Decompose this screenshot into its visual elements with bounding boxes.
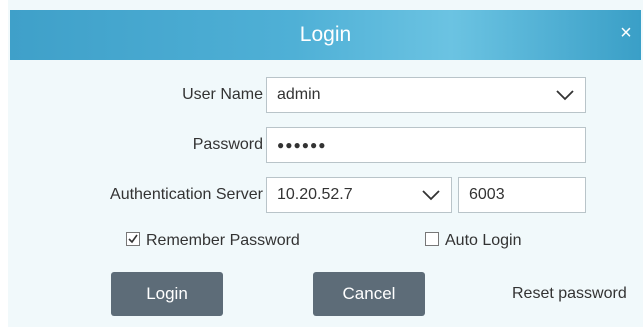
- port-input[interactable]: 6003: [458, 177, 586, 213]
- port-value: 6003: [469, 186, 505, 203]
- password-input[interactable]: ●●●●●●: [266, 127, 586, 163]
- auto-login-checkbox[interactable]: Auto Login: [425, 229, 522, 253]
- dialog-title: Login: [299, 23, 352, 46]
- login-button[interactable]: Login: [111, 272, 223, 316]
- cancel-button[interactable]: Cancel: [313, 272, 425, 316]
- title-bar: Login ×: [10, 10, 641, 60]
- auth-server-dropdown[interactable]: 10.20.52.7: [266, 177, 452, 213]
- close-icon: ×: [620, 22, 632, 44]
- remember-password-checkbox[interactable]: Remember Password: [126, 229, 300, 253]
- login-dialog: Login × User Name admin Password ●●●●●● …: [0, 0, 643, 327]
- reset-password-link[interactable]: Reset password: [512, 272, 627, 316]
- auth-server-label: Authentication Server: [110, 186, 263, 203]
- close-button[interactable]: ×: [613, 20, 639, 46]
- remember-password-label: Remember Password: [146, 232, 300, 249]
- password-label: Password: [192, 136, 263, 153]
- username-dropdown[interactable]: admin: [266, 77, 586, 113]
- auto-login-label: Auto Login: [445, 232, 522, 249]
- password-value: ●●●●●●: [277, 138, 327, 152]
- username-label: User Name: [182, 86, 263, 103]
- chevron-down-icon: [419, 178, 443, 212]
- checkbox-checked-icon: [126, 232, 140, 247]
- auth-server-value: 10.20.52.7: [277, 186, 353, 203]
- checkbox-unchecked-icon: [425, 232, 439, 247]
- username-value: admin: [277, 86, 321, 103]
- chevron-down-icon: [553, 78, 577, 112]
